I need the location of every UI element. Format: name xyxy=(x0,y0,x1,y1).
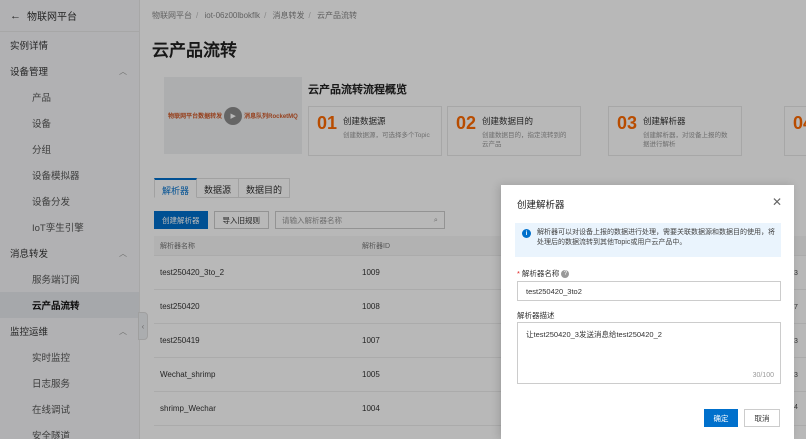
parser-desc-label: 解析器描述 xyxy=(517,311,555,320)
table-cell-partial: 3 xyxy=(794,270,798,277)
parser-desc-textarea[interactable]: 让test250420_3发送消息给test250420_2 30/100 xyxy=(517,322,781,384)
close-icon[interactable]: ✕ xyxy=(772,195,782,209)
table-cell-partial: 3 xyxy=(794,338,798,345)
info-notice: i 解析器可以对设备上报的数据进行处理，需要关联数据源和数据目的使用，将处理后的… xyxy=(515,223,781,257)
cancel-button[interactable]: 取消 xyxy=(744,409,780,427)
info-icon: i xyxy=(522,229,531,238)
parser-name-label: * 解析器名称? xyxy=(517,268,570,279)
table-cell-partial: 7 xyxy=(794,304,798,311)
ok-button[interactable]: 确定 xyxy=(704,409,738,427)
help-icon[interactable]: ? xyxy=(561,270,570,279)
table-cell-partial: 3 xyxy=(794,372,798,379)
char-counter: 30/100 xyxy=(752,372,774,379)
table-cell-partial: 4 xyxy=(794,404,798,411)
drawer-title: 创建解析器 xyxy=(517,200,565,211)
parser-name-input[interactable]: test250420_3to2 xyxy=(517,281,781,301)
